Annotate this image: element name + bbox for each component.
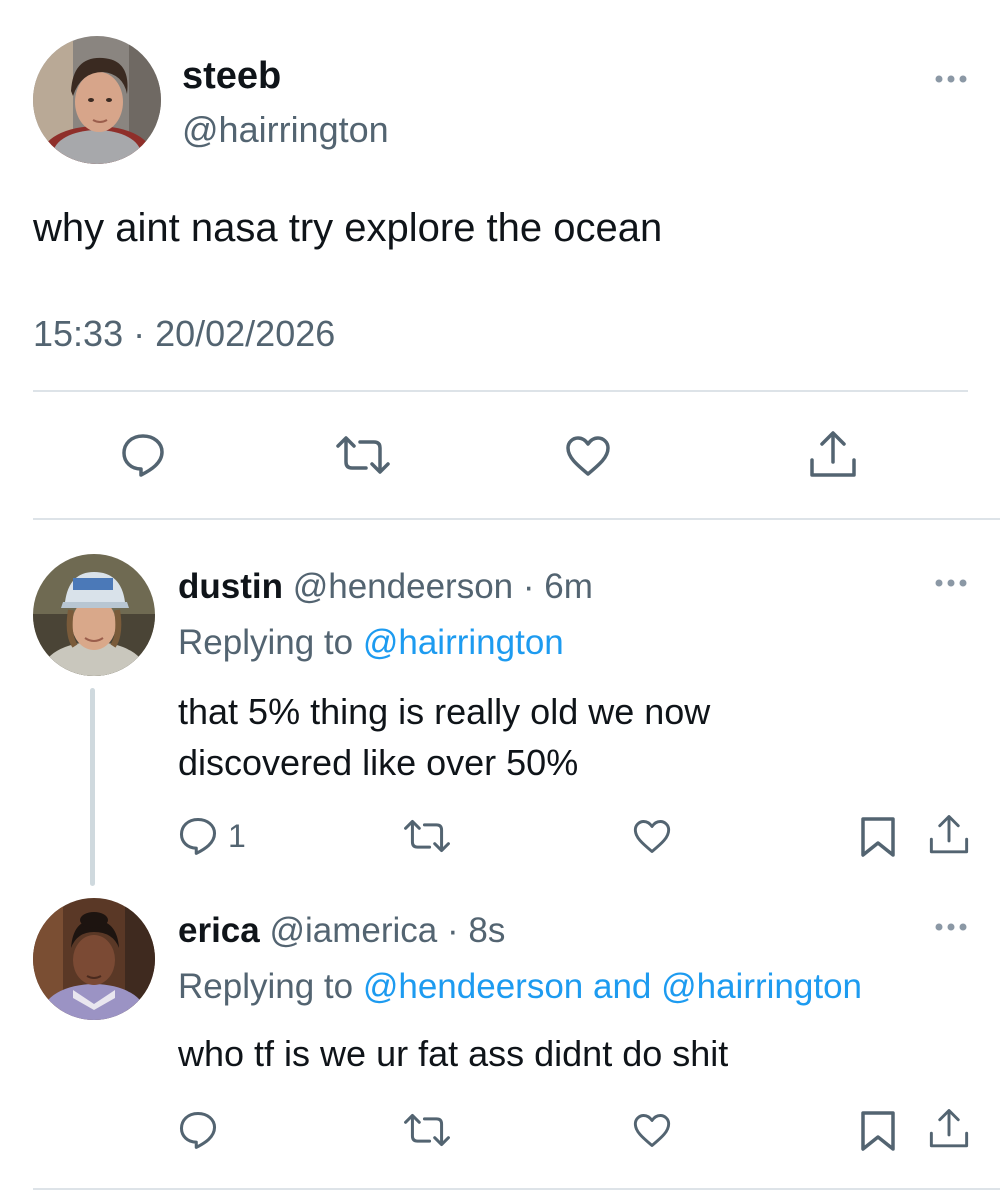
retweet-icon[interactable]: [402, 1112, 452, 1148]
reply-text-line: discovered like over 50%: [178, 742, 579, 783]
user-handle[interactable]: @iamerica: [269, 911, 437, 950]
avatar[interactable]: [33, 898, 155, 1020]
like-icon[interactable]: [632, 1112, 672, 1149]
bookmark-icon[interactable]: [860, 1110, 896, 1152]
share-icon[interactable]: [928, 1108, 970, 1150]
display-name[interactable]: steeb: [182, 54, 281, 98]
like-icon[interactable]: [564, 434, 612, 478]
share-icon[interactable]: [928, 814, 970, 856]
retweet-icon[interactable]: [402, 818, 452, 854]
like-icon[interactable]: [632, 818, 672, 855]
reply-text-line: that 5% thing is really old we now: [178, 691, 711, 732]
tweet-text: why aint nasa try explore the ocean: [33, 206, 663, 250]
tweet-age[interactable]: · 6m: [523, 567, 593, 606]
more-options-icon[interactable]: [934, 922, 968, 932]
replying-to-link[interactable]: @hairrington: [363, 623, 564, 662]
reply-icon[interactable]: [178, 816, 218, 856]
share-icon[interactable]: [808, 430, 858, 480]
replying-to: Replying to @hairrington: [178, 622, 564, 664]
user-handle[interactable]: @hairrington: [182, 108, 389, 152]
avatar-image-erica: [33, 898, 155, 1020]
avatar[interactable]: [33, 36, 161, 164]
replying-to-link[interactable]: @hendeerson and @hairrington: [363, 967, 862, 1006]
reply-icon[interactable]: [120, 432, 166, 478]
more-options-icon[interactable]: [934, 74, 968, 84]
retweet-icon[interactable]: [334, 434, 392, 476]
replying-to-label: Replying to: [178, 967, 354, 1006]
thread-line: [90, 688, 95, 886]
replying-to: Replying to @hendeerson and @hairrington: [178, 966, 862, 1008]
bookmark-icon[interactable]: [860, 816, 896, 858]
replying-to-label: Replying to: [178, 623, 354, 662]
avatar[interactable]: [33, 554, 155, 676]
user-handle[interactable]: @hendeerson: [293, 567, 513, 606]
avatar-image-dustin: [33, 554, 155, 676]
tweet-age[interactable]: · 8s: [447, 911, 505, 950]
divider: [33, 518, 1000, 520]
display-name[interactable]: erica: [178, 911, 260, 950]
reply-count: 1: [228, 818, 246, 854]
reply-icon[interactable]: [178, 1110, 218, 1150]
reply-header: erica @iamerica · 8s: [178, 910, 505, 952]
more-options-icon[interactable]: [934, 578, 968, 588]
tweet-timestamp[interactable]: 15:33 · 20/02/2026: [33, 312, 335, 356]
reply-header: dustin @hendeerson · 6m: [178, 566, 593, 608]
reply-text-line: who tf is we ur fat ass didnt do shit: [178, 1033, 729, 1074]
avatar-image-steeb: [33, 36, 161, 164]
divider: [33, 390, 968, 392]
display-name[interactable]: dustin: [178, 567, 283, 606]
divider: [33, 1188, 1000, 1190]
